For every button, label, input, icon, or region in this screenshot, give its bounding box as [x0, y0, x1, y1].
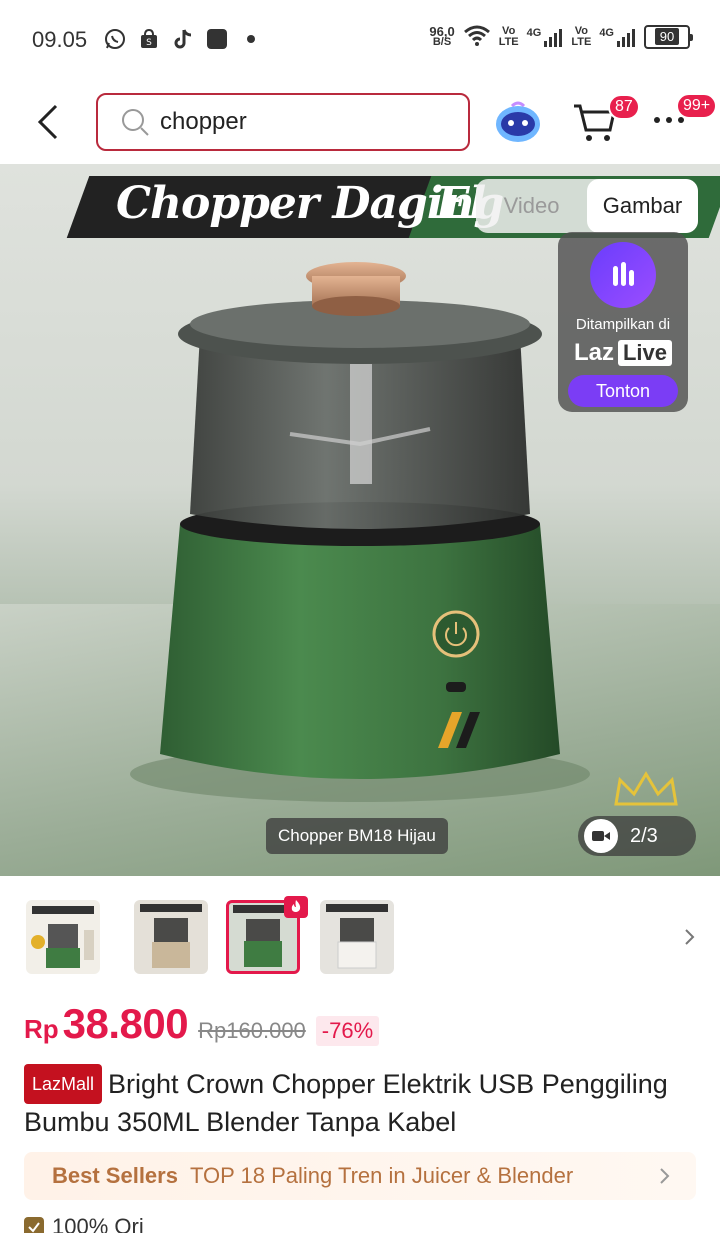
lazmall-badge: LazMall	[24, 1064, 103, 1104]
live-audio-icon	[590, 242, 656, 308]
cart-count-badge: 87	[608, 94, 640, 120]
best-seller-banner[interactable]: Best Sellers TOP 18 Paling Tren in Juice…	[24, 1152, 696, 1200]
live-caption: Ditampilkan di	[575, 316, 671, 333]
tab-video[interactable]: Video	[476, 179, 587, 233]
image-variant-caption: Chopper BM18 Hijau	[266, 818, 448, 854]
best-seller-label: Best Sellers	[52, 1163, 178, 1188]
video-camera-icon[interactable]	[584, 819, 618, 853]
sale-price: 38.800	[62, 1000, 189, 1047]
sim1-signal-icon: 4G	[527, 27, 564, 47]
wifi-icon	[463, 24, 491, 49]
back-button[interactable]	[26, 98, 70, 146]
price-currency: Rp	[24, 1014, 59, 1044]
original-price: Rp160.000	[198, 1018, 306, 1043]
lazlive-card[interactable]: Ditampilkan di Laz Live Tonton	[558, 232, 688, 412]
hot-flame-icon	[284, 896, 308, 918]
search-query: chopper	[160, 108, 247, 135]
lazlive-logo: Laz Live	[574, 339, 673, 367]
image-counter: 2/3	[578, 816, 696, 856]
chevron-left-icon	[37, 104, 58, 140]
assistant-bot-icon[interactable]	[492, 98, 544, 146]
chevron-right-icon	[660, 1168, 670, 1184]
dot-icon	[240, 28, 262, 50]
system-indicators: 96,0 B/S Vo LTE 4G Vo LTE 4G 90	[429, 23, 693, 49]
product-title-text: Bright Crown Chopper Elektrik USB Penggi…	[24, 1069, 668, 1137]
sim2-signal-icon: 4G	[599, 27, 636, 47]
status-time: 09.05	[32, 27, 88, 52]
chevron-right-icon[interactable]	[680, 922, 700, 952]
thumbnail-2[interactable]	[134, 900, 208, 974]
status-bar: 09.05 S 96,0 B/S Vo LTE 4G Vo LTE 4G 90	[0, 0, 720, 80]
price-row: Rp 38.800 Rp160.000 -76%	[24, 1000, 380, 1048]
authenticity-text: 100% Ori	[52, 1214, 144, 1233]
product-image-gallery[interactable]: Chopper Daging El Video Gambar Ditampilk…	[0, 164, 720, 876]
more-dot-icon	[654, 117, 660, 123]
tab-image[interactable]: Gambar	[587, 179, 698, 233]
battery-icon: 90	[644, 24, 693, 49]
notification-icons: S	[104, 28, 262, 50]
check-badge-icon	[24, 1217, 44, 1233]
thumbnail-1[interactable]	[26, 900, 100, 974]
more-dot-icon	[666, 117, 672, 123]
search-input[interactable]: chopper	[96, 93, 470, 151]
app-square-icon	[206, 28, 228, 50]
messages-count-badge: 99+	[676, 93, 718, 119]
sim2-volte: Vo LTE	[571, 24, 592, 48]
shopping-bag-icon: S	[138, 28, 160, 50]
net-speed: 96,0 B/S	[429, 23, 455, 48]
thumbnail-strip	[0, 896, 720, 978]
battery-level: 90	[654, 28, 680, 45]
product-title: LazMall Bright Crown Chopper Elektrik USB…	[24, 1064, 704, 1140]
sim1-volte: Vo LTE	[498, 24, 519, 48]
top-nav: chopper 87 99+	[0, 80, 720, 164]
whatsapp-icon	[104, 28, 126, 50]
media-type-toggle: Video Gambar	[476, 179, 698, 233]
tiktok-icon	[172, 28, 194, 50]
authenticity-row: 100% Ori	[24, 1214, 144, 1233]
thumbnail-4[interactable]	[320, 900, 394, 974]
watch-live-button[interactable]: Tonton	[568, 375, 678, 407]
best-seller-rank: TOP 18 Paling Tren in Juicer & Blender	[189, 1163, 574, 1188]
search-icon	[122, 109, 149, 136]
svg-text:S: S	[146, 38, 152, 48]
discount-badge: -76%	[315, 1016, 380, 1046]
